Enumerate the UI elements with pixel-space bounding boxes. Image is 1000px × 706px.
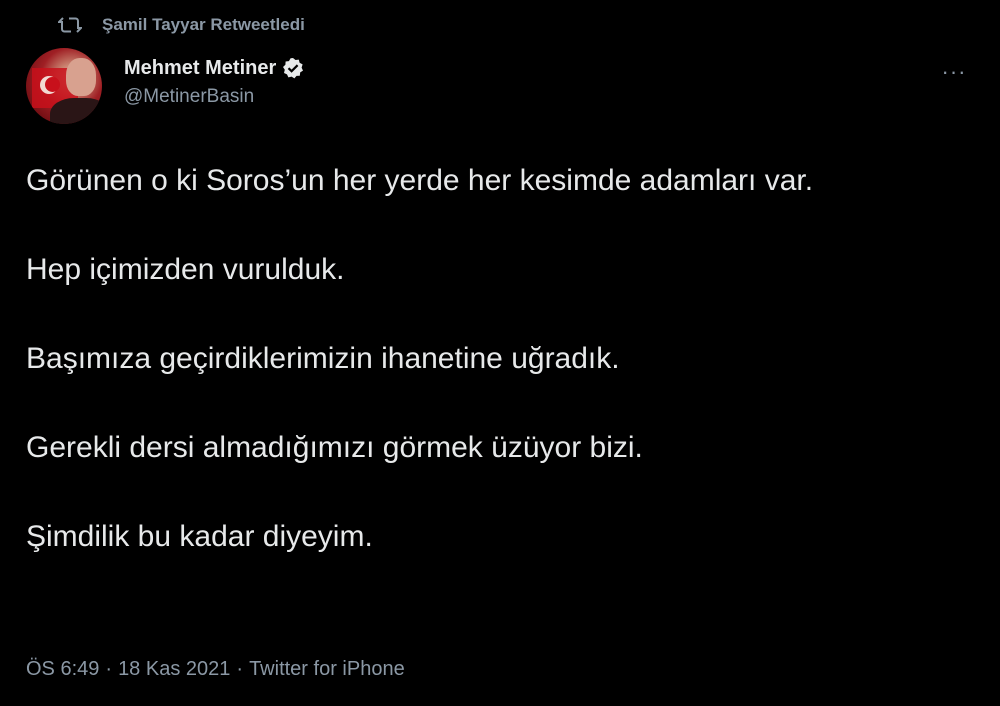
tweet-paragraph: Gerekli dersi almadığımızı görmek üzüyor… (26, 431, 643, 464)
tweet-meta: ÖS 6:49 · 18 Kas 2021 · Twitter for iPho… (26, 654, 405, 684)
meta-separator: · (105, 657, 113, 680)
author-block[interactable]: Mehmet Metiner @MetinerBasin (124, 54, 304, 108)
more-options-button[interactable]: ··· (936, 59, 972, 84)
avatar[interactable] (26, 48, 102, 124)
retweet-icon (56, 14, 84, 36)
display-name-row[interactable]: Mehmet Metiner (124, 54, 304, 82)
tweet-paragraph: Şimdilik bu kadar diyeyim. (26, 520, 373, 553)
meta-separator: · (236, 657, 244, 680)
tweet-header: Mehmet Metiner @MetinerBasin ··· (26, 48, 976, 130)
author-handle[interactable]: @MetinerBasin (124, 86, 304, 108)
tweet-paragraph: Başımıza geçirdiklerimizin ihanetine uğr… (26, 342, 620, 375)
tweet-paragraph: Görünen o ki Soros’un her yerde her kesi… (26, 164, 814, 197)
tweet-body: Görünen o ki Soros’un her yerde her kesi… (26, 158, 976, 559)
verified-badge-icon (282, 57, 304, 79)
tweet-time[interactable]: ÖS 6:49 (26, 658, 99, 681)
tweet-date[interactable]: 18 Kas 2021 (118, 658, 230, 681)
tweet-paragraph: Hep içimizden vurulduk. (26, 253, 345, 286)
display-name[interactable]: Mehmet Metiner (124, 57, 276, 80)
retweet-indicator[interactable]: Şamil Tayyar Retweetledi (56, 10, 305, 40)
tweet-source[interactable]: Twitter for iPhone (249, 658, 405, 681)
retweet-label: Şamil Tayyar Retweetledi (102, 15, 305, 34)
